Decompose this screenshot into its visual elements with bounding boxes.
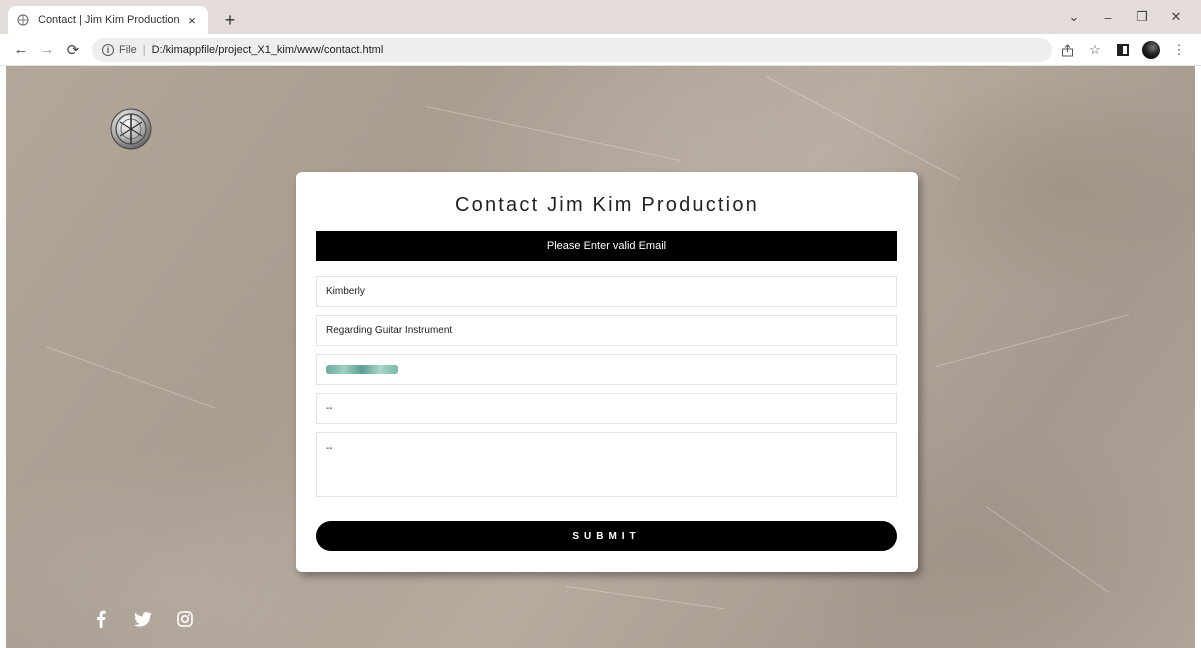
toolbar-actions: ☆ ⋮ [1053,38,1193,62]
browser-toolbar: ← → ⟳ i File | D:/kimappfile/project_X1_… [0,34,1201,66]
tab-strip: Contact | Jim Kim Production × + ⌄ – ❐ ✕ [0,0,1201,34]
side-panel-icon[interactable] [1109,38,1137,62]
facebook-icon[interactable] [90,608,112,630]
page-background: Contact Jim Kim Production Please Enter … [6,66,1195,648]
message-textarea-value: -- [326,443,333,454]
tab-close-icon[interactable]: × [184,13,200,28]
back-arrow-icon[interactable]: ← [8,37,34,63]
name-input[interactable]: Kimberly [316,276,897,307]
profile-avatar[interactable] [1137,38,1165,62]
phone-input[interactable]: -- [316,393,897,424]
subject-input-value: Regarding Guitar Instrument [326,325,453,336]
reload-icon[interactable]: ⟳ [60,37,86,63]
instagram-icon[interactable] [174,608,196,630]
twitter-icon[interactable] [132,608,154,630]
browser-tab[interactable]: Contact | Jim Kim Production × [8,6,208,34]
contact-card: Contact Jim Kim Production Please Enter … [296,172,918,572]
site-logo[interactable] [110,108,152,150]
bookmark-star-icon[interactable]: ☆ [1081,38,1109,62]
message-textarea[interactable]: -- [316,432,897,497]
url-separator: | [142,44,146,56]
validation-alert: Please Enter valid Email [316,231,897,261]
info-icon[interactable]: i [102,44,114,56]
tab-title: Contact | Jim Kim Production [38,14,180,26]
social-links [90,608,216,630]
phone-input-value: -- [326,403,333,414]
submit-button[interactable]: SUBMIT [316,521,897,551]
page-title: Contact Jim Kim Production [455,194,759,216]
url-scheme: File [119,44,137,56]
share-icon[interactable] [1053,38,1081,62]
close-window-button[interactable]: ✕ [1159,0,1193,34]
restore-button[interactable]: ❐ [1125,0,1159,34]
new-tab-button[interactable]: + [218,8,242,32]
minimize-button[interactable]: – [1091,0,1125,34]
redacted-email-value [326,365,398,374]
email-input[interactable] [316,354,897,385]
tab-search-icon[interactable]: ⌄ [1057,0,1091,34]
url-text[interactable]: D:/kimappfile/project_X1_kim/www/contact… [152,44,384,56]
forward-arrow-icon[interactable]: → [34,37,60,63]
subject-input[interactable]: Regarding Guitar Instrument [316,315,897,346]
menu-kebab-icon[interactable]: ⋮ [1165,38,1193,62]
name-input-value: Kimberly [326,286,365,297]
address-bar[interactable]: i File | D:/kimappfile/project_X1_kim/ww… [92,38,1052,62]
site-favicon-icon [16,13,30,27]
window-controls: ⌄ – ❐ ✕ [1057,0,1193,34]
